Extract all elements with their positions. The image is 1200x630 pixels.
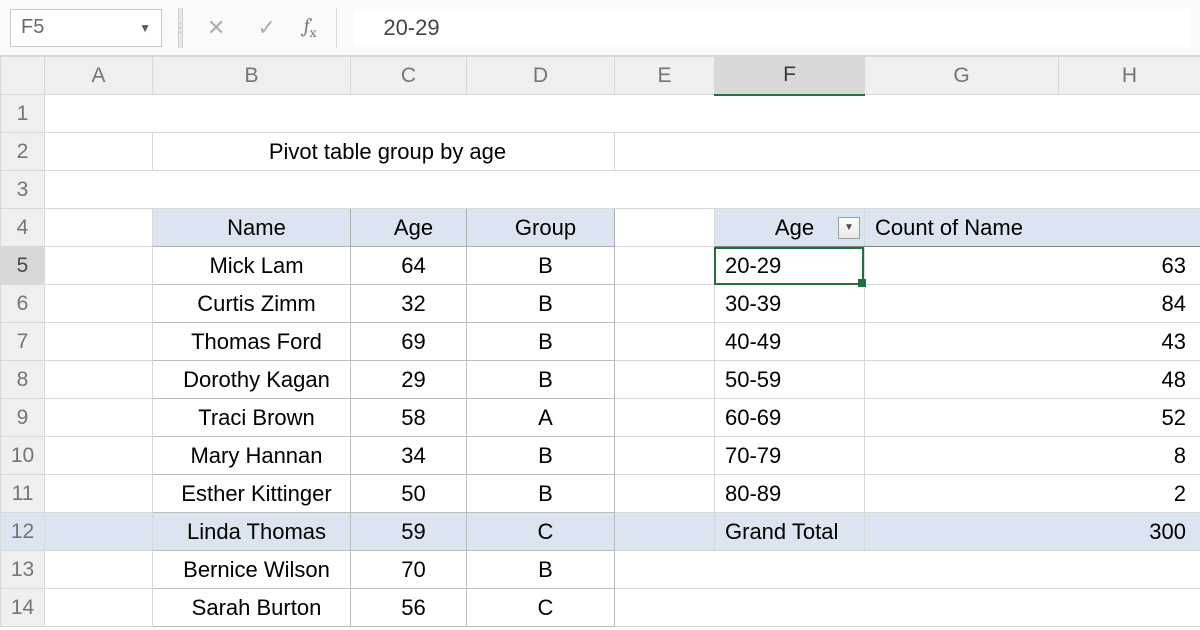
table-cell[interactable]: Dorothy Kagan <box>153 361 351 399</box>
separator <box>336 8 337 48</box>
pivot-header-range[interactable]: Age ▼ <box>715 209 865 247</box>
pivot-range-cell[interactable]: 20-29 <box>715 247 865 285</box>
table-cell[interactable]: C <box>467 589 615 627</box>
dropdown-caret-icon: ▼ <box>139 21 151 35</box>
cancel-formula-icon[interactable]: ✕ <box>199 15 233 41</box>
pivot-range-cell[interactable]: 50-59 <box>715 361 865 399</box>
table-cell[interactable]: 70 <box>351 551 467 589</box>
row-header-3[interactable]: 3 <box>1 171 45 209</box>
col-header-C[interactable]: C <box>351 57 467 95</box>
pivot-range-cell[interactable]: 80-89 <box>715 475 865 513</box>
row-header-10[interactable]: 10 <box>1 437 45 475</box>
table-cell[interactable]: Esther Kittinger <box>153 475 351 513</box>
table-cell[interactable]: B <box>467 437 615 475</box>
table-cell[interactable]: Mick Lam <box>153 247 351 285</box>
pivot-range-cell[interactable]: 40-49 <box>715 323 865 361</box>
table-cell[interactable]: 58 <box>351 399 467 437</box>
formula-bar: F5 ▼ ⋮ ✕ ✓ fx 20-29 <box>0 0 1200 56</box>
row-header-6[interactable]: 6 <box>1 285 45 323</box>
table-cell[interactable]: 56 <box>351 589 467 627</box>
insert-function-icon[interactable]: fx <box>300 14 320 41</box>
row-header-5[interactable]: 5 <box>1 247 45 285</box>
pivot-count-cell[interactable]: 84 <box>865 285 1200 323</box>
pivot-filter-dropdown-icon[interactable]: ▼ <box>838 217 860 239</box>
table-cell[interactable]: 29 <box>351 361 467 399</box>
table-cell[interactable]: 32 <box>351 285 467 323</box>
spreadsheet-grid[interactable]: A B C D E F G H 1 2 Pivot table group by… <box>0 56 1200 627</box>
pivot-count-cell[interactable]: 8 <box>865 437 1200 475</box>
row-header-1[interactable]: 1 <box>1 95 45 133</box>
table-cell[interactable]: 59 <box>351 513 467 551</box>
table-cell[interactable]: Linda Thomas <box>153 513 351 551</box>
source-header-group[interactable]: Group <box>467 209 615 247</box>
col-header-F[interactable]: F <box>715 57 865 95</box>
expand-formula-handle[interactable]: ⋮ <box>178 8 183 48</box>
table-cell[interactable]: 69 <box>351 323 467 361</box>
table-cell[interactable]: Traci Brown <box>153 399 351 437</box>
table-cell[interactable]: B <box>467 551 615 589</box>
table-cell[interactable]: 34 <box>351 437 467 475</box>
table-cell[interactable]: 50 <box>351 475 467 513</box>
row-header-4[interactable]: 4 <box>1 209 45 247</box>
pivot-header-count[interactable]: Count of Name <box>865 209 1200 247</box>
pivot-range-cell[interactable]: 30-39 <box>715 285 865 323</box>
name-box-value: F5 <box>21 16 44 39</box>
col-header-D[interactable]: D <box>467 57 615 95</box>
pivot-range-cell[interactable]: 60-69 <box>715 399 865 437</box>
col-header-E[interactable]: E <box>615 57 715 95</box>
row-header-12[interactable]: 12 <box>1 513 45 551</box>
row-header-8[interactable]: 8 <box>1 361 45 399</box>
page-title: Pivot table group by age <box>153 133 615 171</box>
col-header-G[interactable]: G <box>865 57 1059 95</box>
pivot-count-cell[interactable]: 43 <box>865 323 1200 361</box>
pivot-count-cell[interactable]: 63 <box>865 247 1200 285</box>
name-box[interactable]: F5 ▼ <box>10 9 162 47</box>
table-cell[interactable]: Bernice Wilson <box>153 551 351 589</box>
table-cell[interactable]: Thomas Ford <box>153 323 351 361</box>
row-header-2[interactable]: 2 <box>1 133 45 171</box>
formula-input[interactable]: 20-29 <box>353 9 1190 47</box>
table-cell[interactable]: Sarah Burton <box>153 589 351 627</box>
table-cell[interactable]: B <box>467 475 615 513</box>
row-header-7[interactable]: 7 <box>1 323 45 361</box>
accept-formula-icon[interactable]: ✓ <box>249 15 283 41</box>
table-cell[interactable]: Curtis Zimm <box>153 285 351 323</box>
table-cell[interactable]: B <box>467 247 615 285</box>
cell[interactable] <box>45 95 1200 133</box>
table-cell[interactable]: B <box>467 323 615 361</box>
col-header-B[interactable]: B <box>153 57 351 95</box>
pivot-count-cell[interactable]: 52 <box>865 399 1200 437</box>
table-cell[interactable]: Mary Hannan <box>153 437 351 475</box>
pivot-grand-total-value[interactable]: 300 <box>865 513 1200 551</box>
table-cell[interactable]: B <box>467 361 615 399</box>
source-header-name[interactable]: Name <box>153 209 351 247</box>
col-header-H[interactable]: H <box>1059 57 1200 95</box>
pivot-range-cell[interactable]: 70-79 <box>715 437 865 475</box>
table-cell[interactable]: A <box>467 399 615 437</box>
row-header-13[interactable]: 13 <box>1 551 45 589</box>
table-cell[interactable]: C <box>467 513 615 551</box>
source-header-age[interactable]: Age <box>351 209 467 247</box>
pivot-grand-total-label[interactable]: Grand Total <box>715 513 865 551</box>
row-header-11[interactable]: 11 <box>1 475 45 513</box>
pivot-count-cell[interactable]: 48 <box>865 361 1200 399</box>
row-header-9[interactable]: 9 <box>1 399 45 437</box>
table-cell[interactable]: 64 <box>351 247 467 285</box>
select-all-corner[interactable] <box>1 57 45 95</box>
column-header-row: A B C D E F G H <box>1 57 1200 95</box>
pivot-count-cell[interactable]: 2 <box>865 475 1200 513</box>
table-cell[interactable]: B <box>467 285 615 323</box>
col-header-A[interactable]: A <box>45 57 153 95</box>
row-header-14[interactable]: 14 <box>1 589 45 627</box>
